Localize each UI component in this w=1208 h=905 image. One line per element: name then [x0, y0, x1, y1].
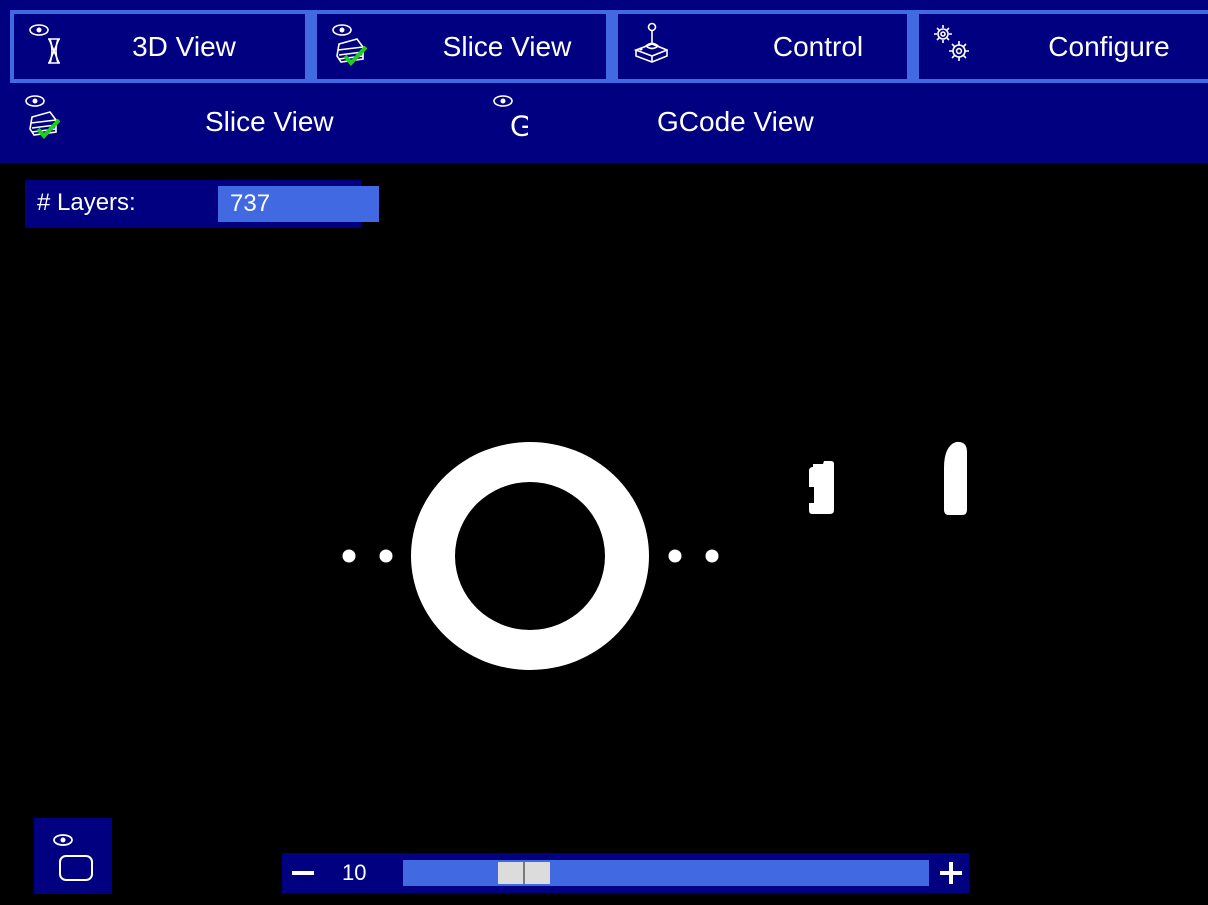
slice-hole-dot — [705, 549, 719, 563]
eye-hourglass-icon — [29, 24, 60, 64]
tab-control-label: Control — [772, 31, 864, 62]
zoom-control: 10 — [282, 853, 969, 893]
zoom-slider-thumb[interactable] — [498, 862, 550, 884]
eye-frame-icon — [53, 834, 93, 881]
tab-slice-view-label: Slice View — [442, 31, 572, 62]
eye-g-icon: G — [493, 95, 528, 143]
view-subbar: Slice View G GCode View — [10, 83, 1208, 163]
main-tabbar: 3D View Slice View Control Configure — [10, 10, 1208, 83]
tab-3d-view-label: 3D View — [132, 31, 236, 62]
subtab-slice-view[interactable]: Slice View — [10, 83, 480, 163]
slice-ring-shape — [411, 442, 649, 670]
tab-control[interactable]: Control — [618, 14, 907, 79]
svg-text:G: G — [510, 110, 528, 143]
slice-check-icon — [332, 24, 367, 66]
layers-panel: # Layers: 737 — [25, 180, 379, 228]
slice-hole-dot — [668, 549, 682, 563]
subtab-gcode-view-label: GCode View — [657, 106, 814, 137]
zoom-slider[interactable] — [403, 860, 929, 886]
slice-hole-dot — [342, 549, 356, 563]
joystick-icon — [633, 22, 668, 63]
tab-3d-view[interactable]: 3D View — [14, 14, 305, 79]
slice-check-icon — [25, 95, 60, 139]
zoom-out-button[interactable] — [286, 853, 320, 893]
tab-configure-label: Configure — [1048, 31, 1170, 62]
slice-preview-canvas[interactable] — [0, 163, 1208, 905]
slice-tab-shape — [944, 441, 967, 515]
view-toggle-button[interactable] — [34, 818, 112, 894]
slice-clip-shape — [809, 461, 834, 514]
slice-hole-dot — [379, 549, 393, 563]
subtab-gcode-view[interactable]: G GCode View — [480, 83, 980, 163]
layers-label: # Layers: — [37, 189, 136, 216]
zoom-value: 10 — [342, 860, 367, 885]
zoom-in-button[interactable] — [934, 853, 968, 893]
subtab-slice-view-label: Slice View — [205, 106, 334, 137]
gears-icon — [934, 25, 969, 61]
layers-count-field[interactable]: 737 — [218, 186, 379, 222]
tab-configure[interactable]: Configure — [919, 14, 1208, 79]
tab-slice-view[interactable]: Slice View — [317, 14, 606, 79]
